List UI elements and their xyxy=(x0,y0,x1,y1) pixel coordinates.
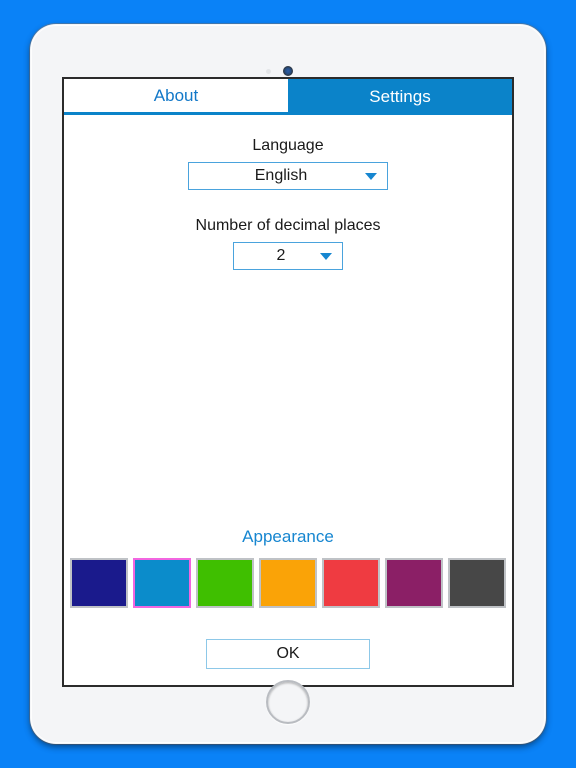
color-swatch-blue[interactable] xyxy=(133,558,191,608)
ok-button[interactable]: OK xyxy=(206,639,370,669)
decimal-places-select-value: 2 xyxy=(276,247,286,264)
settings-panel: Language English Number of decimal place… xyxy=(64,115,512,685)
decimal-places-field-group: Number of decimal places 2 xyxy=(64,217,512,270)
tab-about-label: About xyxy=(153,85,199,105)
tab-about[interactable]: About xyxy=(64,79,288,115)
color-swatch-navy[interactable] xyxy=(70,558,128,608)
color-swatch-red[interactable] xyxy=(322,558,380,608)
chevron-down-icon xyxy=(320,253,332,260)
language-select-value: English xyxy=(254,167,308,184)
language-field-group: Language English xyxy=(64,137,512,190)
front-camera-icon xyxy=(283,66,293,76)
tab-settings-label: Settings xyxy=(369,87,431,106)
home-button[interactable] xyxy=(266,680,310,724)
appearance-section: Appearance xyxy=(64,527,512,608)
decimal-places-label: Number of decimal places xyxy=(195,217,381,234)
appearance-title: Appearance xyxy=(242,527,334,546)
color-swatch-row xyxy=(64,558,512,608)
color-swatch-purple[interactable] xyxy=(385,558,443,608)
color-swatch-orange[interactable] xyxy=(259,558,317,608)
tab-bar: About Settings xyxy=(64,79,512,115)
ambient-light-sensor-icon xyxy=(266,69,271,74)
color-swatch-green[interactable] xyxy=(196,558,254,608)
language-label: Language xyxy=(252,137,324,154)
color-swatch-gray[interactable] xyxy=(448,558,506,608)
tab-settings[interactable]: Settings xyxy=(288,79,512,115)
chevron-down-icon xyxy=(365,173,377,180)
app-screen: About Settings Language English Number o… xyxy=(62,77,514,687)
language-select[interactable]: English xyxy=(188,162,388,190)
ok-button-label: OK xyxy=(276,645,300,662)
tablet-device-frame: About Settings Language English Number o… xyxy=(30,24,546,744)
decimal-places-select[interactable]: 2 xyxy=(233,242,343,270)
